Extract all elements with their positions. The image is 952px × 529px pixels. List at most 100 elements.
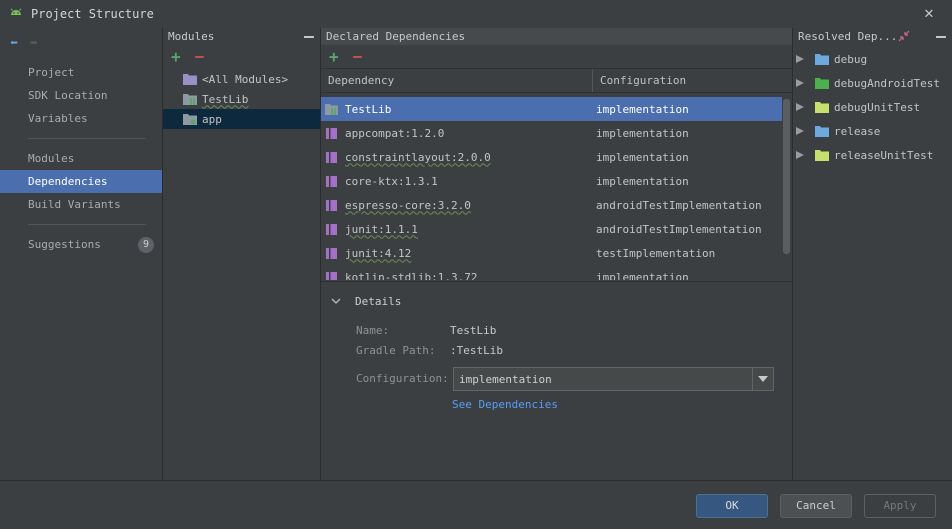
see-dependencies-link[interactable]: See Dependencies bbox=[452, 398, 558, 411]
library-icon bbox=[326, 223, 337, 235]
sidebar-item-modules[interactable]: Modules bbox=[0, 147, 162, 170]
expand-arrow-icon[interactable] bbox=[796, 55, 804, 63]
sidebar-item-label: Build Variants bbox=[28, 198, 121, 211]
sidebar-item-dependencies[interactable]: Dependencies bbox=[0, 170, 162, 193]
dependencies-table: TestLib implementation appcompat:1.2.0 i… bbox=[321, 97, 782, 280]
dependency-config: androidTestImplementation bbox=[596, 222, 762, 236]
nav-arrows: ⬅ ➡ bbox=[10, 36, 38, 51]
modules-panel: Modules + − <All Modules> TestLib app bbox=[163, 28, 320, 480]
modules-header: Modules bbox=[163, 28, 320, 45]
module-label: TestLib bbox=[202, 92, 249, 106]
cancel-button[interactable]: Cancel bbox=[780, 494, 852, 518]
table-scrollbar[interactable] bbox=[783, 99, 790, 254]
remove-dependency-icon[interactable]: − bbox=[353, 48, 363, 64]
collapse-all-icon[interactable] bbox=[898, 30, 910, 42]
table-row[interactable]: constraintlayout:2.0.0 implementation bbox=[321, 145, 782, 169]
folder-icon bbox=[815, 53, 829, 65]
sidebar-item-label: Dependencies bbox=[28, 175, 108, 188]
forward-arrow-icon[interactable]: ➡ bbox=[30, 36, 38, 51]
module-item-app[interactable]: app bbox=[163, 109, 320, 129]
declared-dependencies-panel: Declared Dependencies + − Dependency Con… bbox=[321, 28, 792, 480]
add-dependency-icon[interactable]: + bbox=[329, 48, 339, 64]
back-arrow-icon[interactable]: ⬅ bbox=[10, 36, 18, 51]
table-row[interactable]: appcompat:1.2.0 implementation bbox=[321, 121, 782, 145]
declared-dependencies-header: Declared Dependencies bbox=[321, 28, 792, 45]
table-row[interactable]: espresso-core:3.2.0 androidTestImplement… bbox=[321, 193, 782, 217]
table-row[interactable]: junit:1.1.1 androidTestImplementation bbox=[321, 217, 782, 241]
sidebar-divider bbox=[28, 224, 146, 225]
dependency-name: junit:1.1.1 bbox=[345, 222, 418, 236]
close-icon[interactable]: ✕ bbox=[922, 5, 936, 21]
sidebar-item-variables[interactable]: Variables bbox=[0, 107, 162, 130]
library-icon bbox=[326, 199, 337, 211]
sidebar-item-suggestions[interactable]: Suggestions 9 bbox=[0, 233, 162, 256]
sidebar-item-label: Modules bbox=[28, 152, 75, 165]
sidebar-item-label: Project bbox=[28, 66, 75, 79]
resolved-item-label: releaseUnitTest bbox=[834, 148, 934, 162]
chevron-down-icon bbox=[331, 298, 341, 304]
configuration-select-value: implementation bbox=[459, 372, 552, 386]
ok-button[interactable]: OK bbox=[696, 494, 768, 518]
resolved-item-label: debug bbox=[834, 52, 868, 66]
column-dependency[interactable]: Dependency bbox=[321, 69, 593, 92]
expand-arrow-icon[interactable] bbox=[796, 79, 804, 87]
module-item-testlib[interactable]: TestLib bbox=[163, 89, 320, 109]
expand-arrow-icon[interactable] bbox=[796, 103, 804, 111]
library-icon bbox=[326, 127, 337, 139]
dependency-config: androidTestImplementation bbox=[596, 198, 762, 212]
column-configuration[interactable]: Configuration bbox=[593, 69, 686, 92]
table-header: Dependency Configuration bbox=[321, 69, 792, 93]
table-row[interactable]: TestLib implementation bbox=[321, 97, 782, 121]
gradle-path-value: :TestLib bbox=[450, 344, 503, 357]
minimize-icon[interactable] bbox=[936, 36, 946, 38]
remove-module-icon[interactable]: − bbox=[195, 49, 205, 65]
minimize-icon[interactable] bbox=[304, 36, 314, 38]
divider bbox=[321, 281, 792, 282]
resolved-dependencies-title: Resolved Dep... bbox=[798, 30, 898, 43]
expand-arrow-icon[interactable] bbox=[796, 151, 804, 159]
sidebar-divider bbox=[28, 138, 146, 139]
name-value: TestLib bbox=[450, 324, 497, 337]
library-icon bbox=[326, 271, 337, 280]
configuration-select[interactable]: implementation bbox=[453, 367, 774, 391]
dependency-name: core-ktx:1.3.1 bbox=[345, 174, 438, 188]
resolved-item-debug-unit-test[interactable]: debugUnitTest bbox=[793, 95, 952, 119]
dialog-button-bar: OK Cancel Apply bbox=[0, 480, 952, 529]
table-row[interactable]: kotlin-stdlib:1.3.72 implementation bbox=[321, 265, 782, 280]
resolved-item-release[interactable]: release bbox=[793, 119, 952, 143]
sidebar-item-sdk-location[interactable]: SDK Location bbox=[0, 84, 162, 107]
apply-button[interactable]: Apply bbox=[864, 494, 936, 518]
resolved-dependencies-header: Resolved Dep... bbox=[793, 28, 952, 45]
expand-arrow-icon[interactable] bbox=[796, 127, 804, 135]
sidebar-item-build-variants[interactable]: Build Variants bbox=[0, 193, 162, 216]
dependency-name: junit:4.12 bbox=[345, 246, 412, 260]
table-row[interactable]: junit:4.12 testImplementation bbox=[321, 241, 782, 265]
sidebar-item-label: Variables bbox=[28, 112, 88, 125]
module-item-all[interactable]: <All Modules> bbox=[163, 69, 320, 89]
module-library-icon bbox=[325, 103, 338, 115]
details-header[interactable]: Details bbox=[321, 290, 792, 312]
chevron-down-icon bbox=[758, 376, 768, 382]
sidebar-item-project[interactable]: Project bbox=[0, 61, 162, 84]
dependency-name: TestLib bbox=[345, 102, 392, 116]
add-module-icon[interactable]: + bbox=[171, 49, 181, 65]
sidebar: ⬅ ➡ Project SDK Location Variables Modul… bbox=[0, 28, 162, 480]
dependency-config: implementation bbox=[596, 270, 689, 281]
app-folder-icon bbox=[183, 114, 197, 125]
dropdown-button[interactable] bbox=[752, 368, 773, 390]
title-bar: Project Structure ✕ bbox=[0, 0, 952, 28]
dependency-config: implementation bbox=[596, 102, 689, 116]
gradle-path-label: Gradle Path: bbox=[356, 344, 436, 357]
details-title: Details bbox=[355, 294, 402, 308]
folder-icon bbox=[815, 149, 829, 161]
resolved-item-debug[interactable]: debug bbox=[793, 47, 952, 71]
details-section: Details Name: TestLib Gradle Path: :Test… bbox=[321, 290, 792, 411]
name-label: Name: bbox=[356, 324, 390, 337]
resolved-item-release-unit-test[interactable]: releaseUnitTest bbox=[793, 143, 952, 167]
configuration-label: Configuration: bbox=[356, 372, 449, 385]
table-row[interactable]: core-ktx:1.3.1 implementation bbox=[321, 169, 782, 193]
modules-title: Modules bbox=[168, 30, 215, 43]
resolved-item-debug-android-test[interactable]: debugAndroidTest bbox=[793, 71, 952, 95]
library-folder-icon bbox=[183, 94, 197, 105]
folder-icon bbox=[183, 74, 197, 85]
